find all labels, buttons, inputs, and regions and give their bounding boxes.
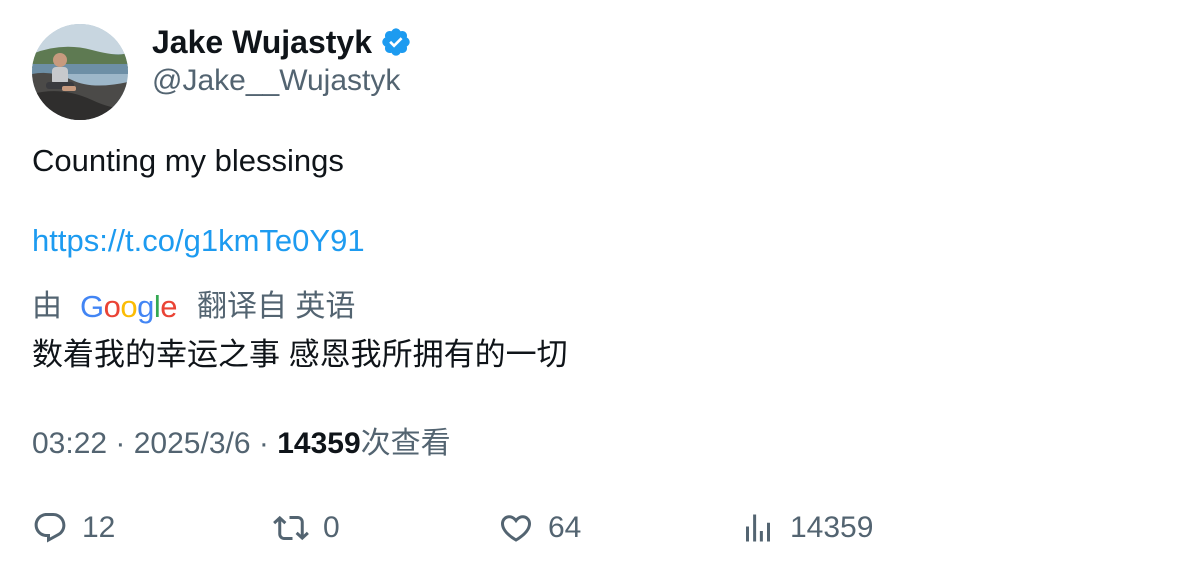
meta-separator: ·: [250, 427, 278, 460]
tweet-actions: 12 0 64 14359: [32, 510, 1164, 554]
reply-count: 12: [82, 511, 116, 544]
retweet-count: 0: [323, 511, 340, 544]
heart-icon: [500, 515, 532, 542]
retweet-button[interactable]: 0: [273, 510, 340, 546]
tweet-text: Counting my blessings: [32, 143, 344, 178]
views-count: 14359: [277, 427, 361, 460]
verified-badge-icon[interactable]: [380, 26, 412, 58]
translation-prefix: 由: [32, 290, 62, 323]
avatar-image: [32, 24, 128, 120]
translated-text: 数着我的幸运之事 感恩我所拥有的一切: [32, 337, 568, 372]
author-name-row: Jake Wujastyk: [152, 22, 412, 62]
reply-icon: [34, 513, 66, 543]
retweet-icon: [273, 515, 309, 541]
like-button[interactable]: 64: [498, 510, 581, 546]
avatar[interactable]: [32, 24, 128, 120]
tweet-time[interactable]: 03:22: [32, 427, 107, 460]
like-count: 64: [548, 511, 582, 544]
tweet-link[interactable]: https://t.co/g1kmTe0Y91: [32, 222, 365, 260]
author-handle[interactable]: @Jake__Wujastyk: [152, 62, 400, 100]
google-logo: Google: [80, 289, 178, 324]
reply-button[interactable]: 12: [32, 510, 115, 546]
views-button[interactable]: 14359: [740, 510, 873, 546]
tweet-date[interactable]: 2025/3/6: [134, 427, 251, 460]
translation-suffix: 翻译自 英语: [197, 290, 356, 323]
meta-separator: ·: [107, 427, 134, 460]
views-label: 次查看: [360, 427, 451, 460]
author-display-name[interactable]: Jake Wujastyk: [152, 22, 372, 62]
views-action-count: 14359: [790, 511, 874, 544]
tweet-meta: 03:22 · 2025/3/6 · 14359次查看: [32, 425, 451, 463]
translation-attribution: 由 Google 翻译自 英语: [32, 288, 355, 326]
analytics-icon: [746, 514, 770, 542]
